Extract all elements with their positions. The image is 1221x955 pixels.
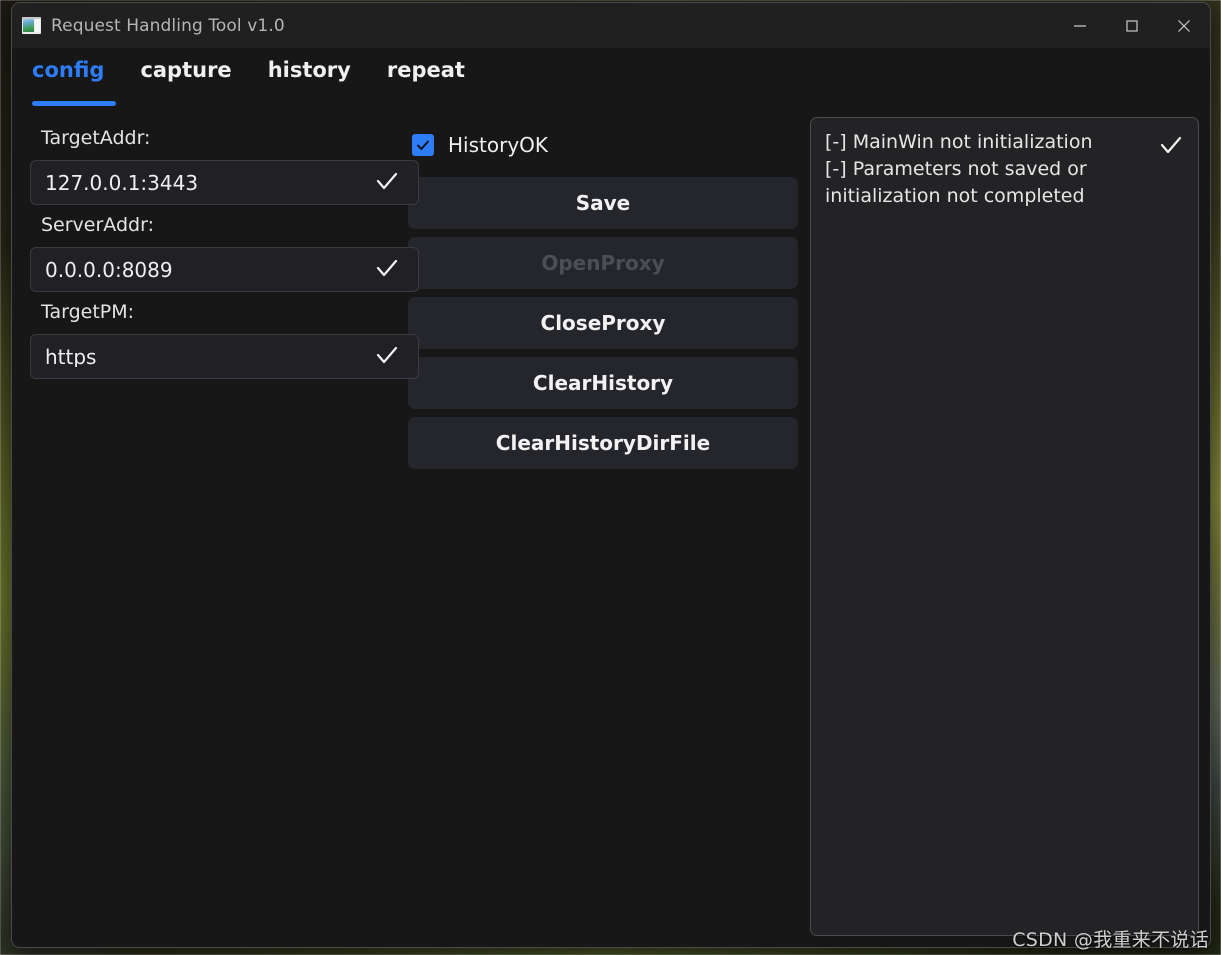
application-window: Request Handling Tool v1.0 config captur…: [11, 2, 1211, 948]
tab-repeat-label: repeat: [386, 58, 465, 82]
check-icon[interactable]: [374, 342, 400, 372]
window-title: Request Handling Tool v1.0: [51, 15, 285, 36]
tab-config-label: config: [32, 58, 105, 82]
log-output-panel[interactable]: [-] MainWin not initialization [-] Param…: [810, 117, 1199, 936]
open-proxy-button[interactable]: OpenProxy: [408, 237, 798, 289]
server-addr-input[interactable]: 0.0.0.0:8089: [30, 247, 419, 292]
target-addr-label: TargetAddr:: [41, 127, 151, 149]
save-button[interactable]: Save: [408, 177, 798, 229]
app-window-icon: [22, 17, 41, 34]
server-addr-value: 0.0.0.0:8089: [45, 259, 173, 280]
check-icon[interactable]: [374, 168, 400, 198]
history-ok-checkbox[interactable]: [412, 134, 434, 156]
server-addr-label: ServerAddr:: [41, 214, 154, 236]
actions-column: HistoryOK Save OpenProxy CloseProxy Clea…: [408, 106, 806, 947]
close-proxy-button[interactable]: CloseProxy: [408, 297, 798, 349]
target-pm-value: https: [45, 346, 97, 367]
target-addr-input[interactable]: 127.0.0.1:3443: [30, 160, 419, 205]
tab-capture-label: capture: [140, 58, 232, 82]
check-icon[interactable]: [1158, 132, 1184, 162]
title-bar[interactable]: Request Handling Tool v1.0: [12, 3, 1210, 48]
config-panel: TargetAddr: 127.0.0.1:3443 ServerAddr: 0…: [12, 106, 1210, 947]
tab-history-label: history: [267, 58, 351, 82]
check-icon[interactable]: [374, 255, 400, 285]
minimize-icon: [1074, 24, 1086, 27]
target-addr-value: 127.0.0.1:3443: [45, 172, 199, 193]
log-entry: [-] MainWin not initialization: [825, 131, 1093, 153]
checkbox-check-icon: [417, 140, 429, 150]
close-icon: [1178, 19, 1190, 32]
log-column: [-] MainWin not initialization [-] Param…: [806, 106, 1210, 947]
window-controls: [1054, 3, 1210, 48]
tab-config[interactable]: config: [32, 48, 123, 81]
tab-repeat[interactable]: repeat: [387, 48, 484, 81]
target-pm-input[interactable]: https: [30, 334, 419, 379]
close-button[interactable]: [1158, 3, 1210, 48]
tab-capture[interactable]: capture: [140, 48, 250, 81]
history-ok-row[interactable]: HistoryOK: [412, 130, 806, 160]
target-pm-label: TargetPM:: [41, 301, 135, 323]
maximize-button[interactable]: [1106, 3, 1158, 48]
minimize-button[interactable]: [1054, 3, 1106, 48]
log-entry: [-] Parameters not saved or initializati…: [825, 158, 1093, 207]
clear-history-dir-file-button[interactable]: ClearHistoryDirFile: [408, 417, 798, 469]
tab-bar: config capture history repeat: [12, 48, 1210, 106]
maximize-icon: [1126, 19, 1138, 32]
history-ok-label: HistoryOK: [448, 133, 549, 157]
clear-history-button[interactable]: ClearHistory: [408, 357, 798, 409]
tab-history[interactable]: history: [268, 48, 370, 81]
fields-column: TargetAddr: 127.0.0.1:3443 ServerAddr: 0…: [12, 106, 419, 947]
